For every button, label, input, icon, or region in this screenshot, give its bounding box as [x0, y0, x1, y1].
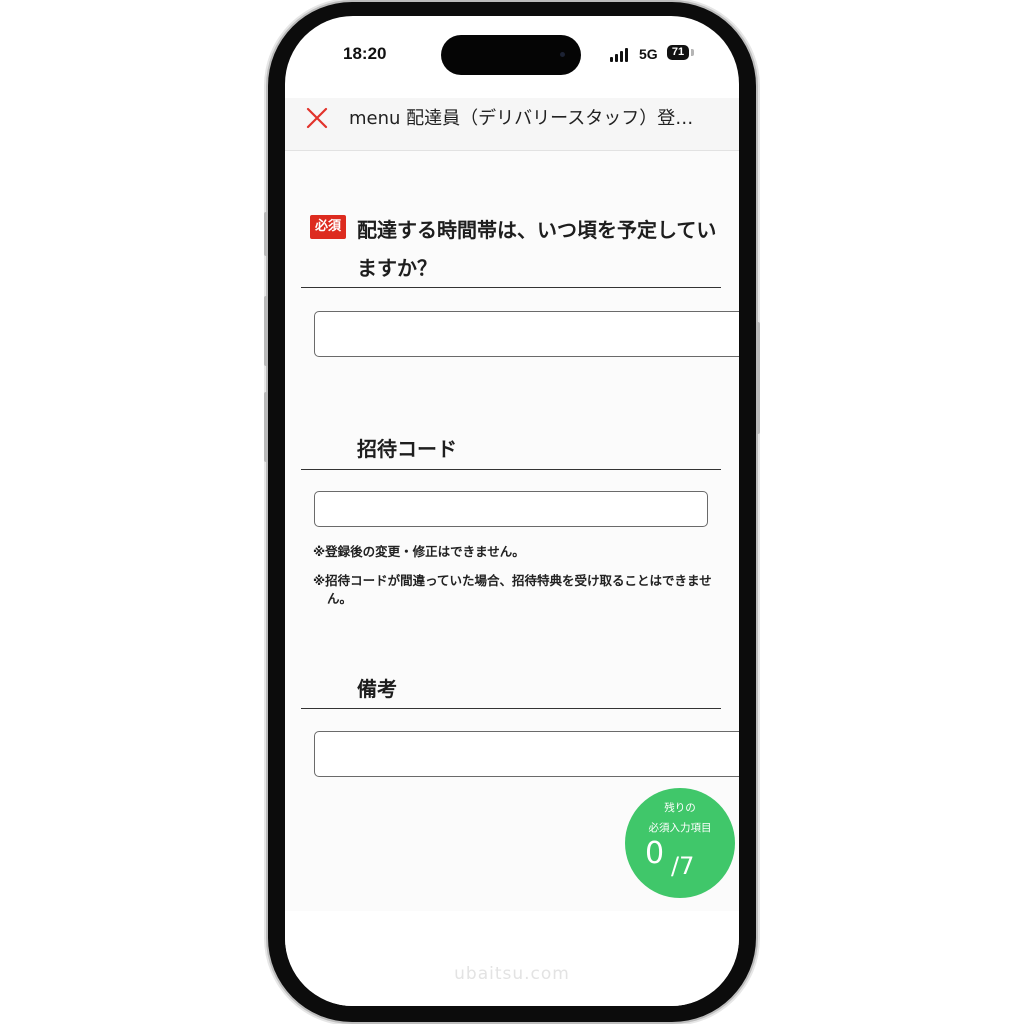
- invite-code-title: 招待コード: [357, 437, 457, 461]
- counter-label: 残りの: [664, 802, 696, 814]
- signal-icon: [610, 48, 632, 62]
- network-type: 5G: [639, 46, 658, 62]
- counter-remaining: 0: [645, 836, 665, 871]
- power-button: [756, 322, 760, 434]
- invite-code-note: ※招待コードが間違っていた場合、招待特典を受け取ることはできません。: [313, 573, 712, 606]
- remarks-title: 備考: [357, 677, 397, 701]
- bottom-area: [285, 911, 739, 1006]
- counter-total: /7: [671, 852, 695, 880]
- watermark: ubaitsu.com: [454, 964, 570, 984]
- invite-code-note: ※登録後の変更・修正はできません。: [313, 544, 525, 559]
- page-header: menu 配達員（デリバリースタッフ）登…: [285, 98, 739, 151]
- battery-icon: 71: [667, 45, 689, 60]
- delivery-time-question: 配達する時間帯は、いつ頃を予定していますか？: [357, 218, 717, 280]
- page-title: menu 配達員（デリバリースタッフ）登…: [349, 108, 694, 129]
- status-time: 18:20: [343, 44, 387, 63]
- volume-up-button: [264, 296, 268, 366]
- section-divider: [301, 708, 721, 709]
- invite-code-input[interactable]: [314, 491, 708, 527]
- remarks-input[interactable]: [314, 731, 739, 777]
- camera-icon: [560, 52, 565, 57]
- phone-screen: 18:20 5G 71 menu 配達員（デリバリースタッフ）登… 必須 配達す…: [285, 16, 739, 1006]
- required-badge: 必須: [310, 215, 346, 239]
- volume-down-button: [264, 392, 268, 462]
- section-divider: [301, 287, 721, 288]
- remaining-required-counter: 残りの 必須入力項目 0 /7: [625, 788, 735, 898]
- mute-switch: [264, 212, 268, 256]
- dynamic-island: [441, 35, 581, 75]
- battery-tip: [691, 49, 694, 56]
- counter-label: 必須入力項目: [648, 822, 712, 834]
- close-icon[interactable]: [305, 106, 329, 130]
- delivery-time-input[interactable]: [314, 311, 739, 357]
- section-divider: [301, 469, 721, 470]
